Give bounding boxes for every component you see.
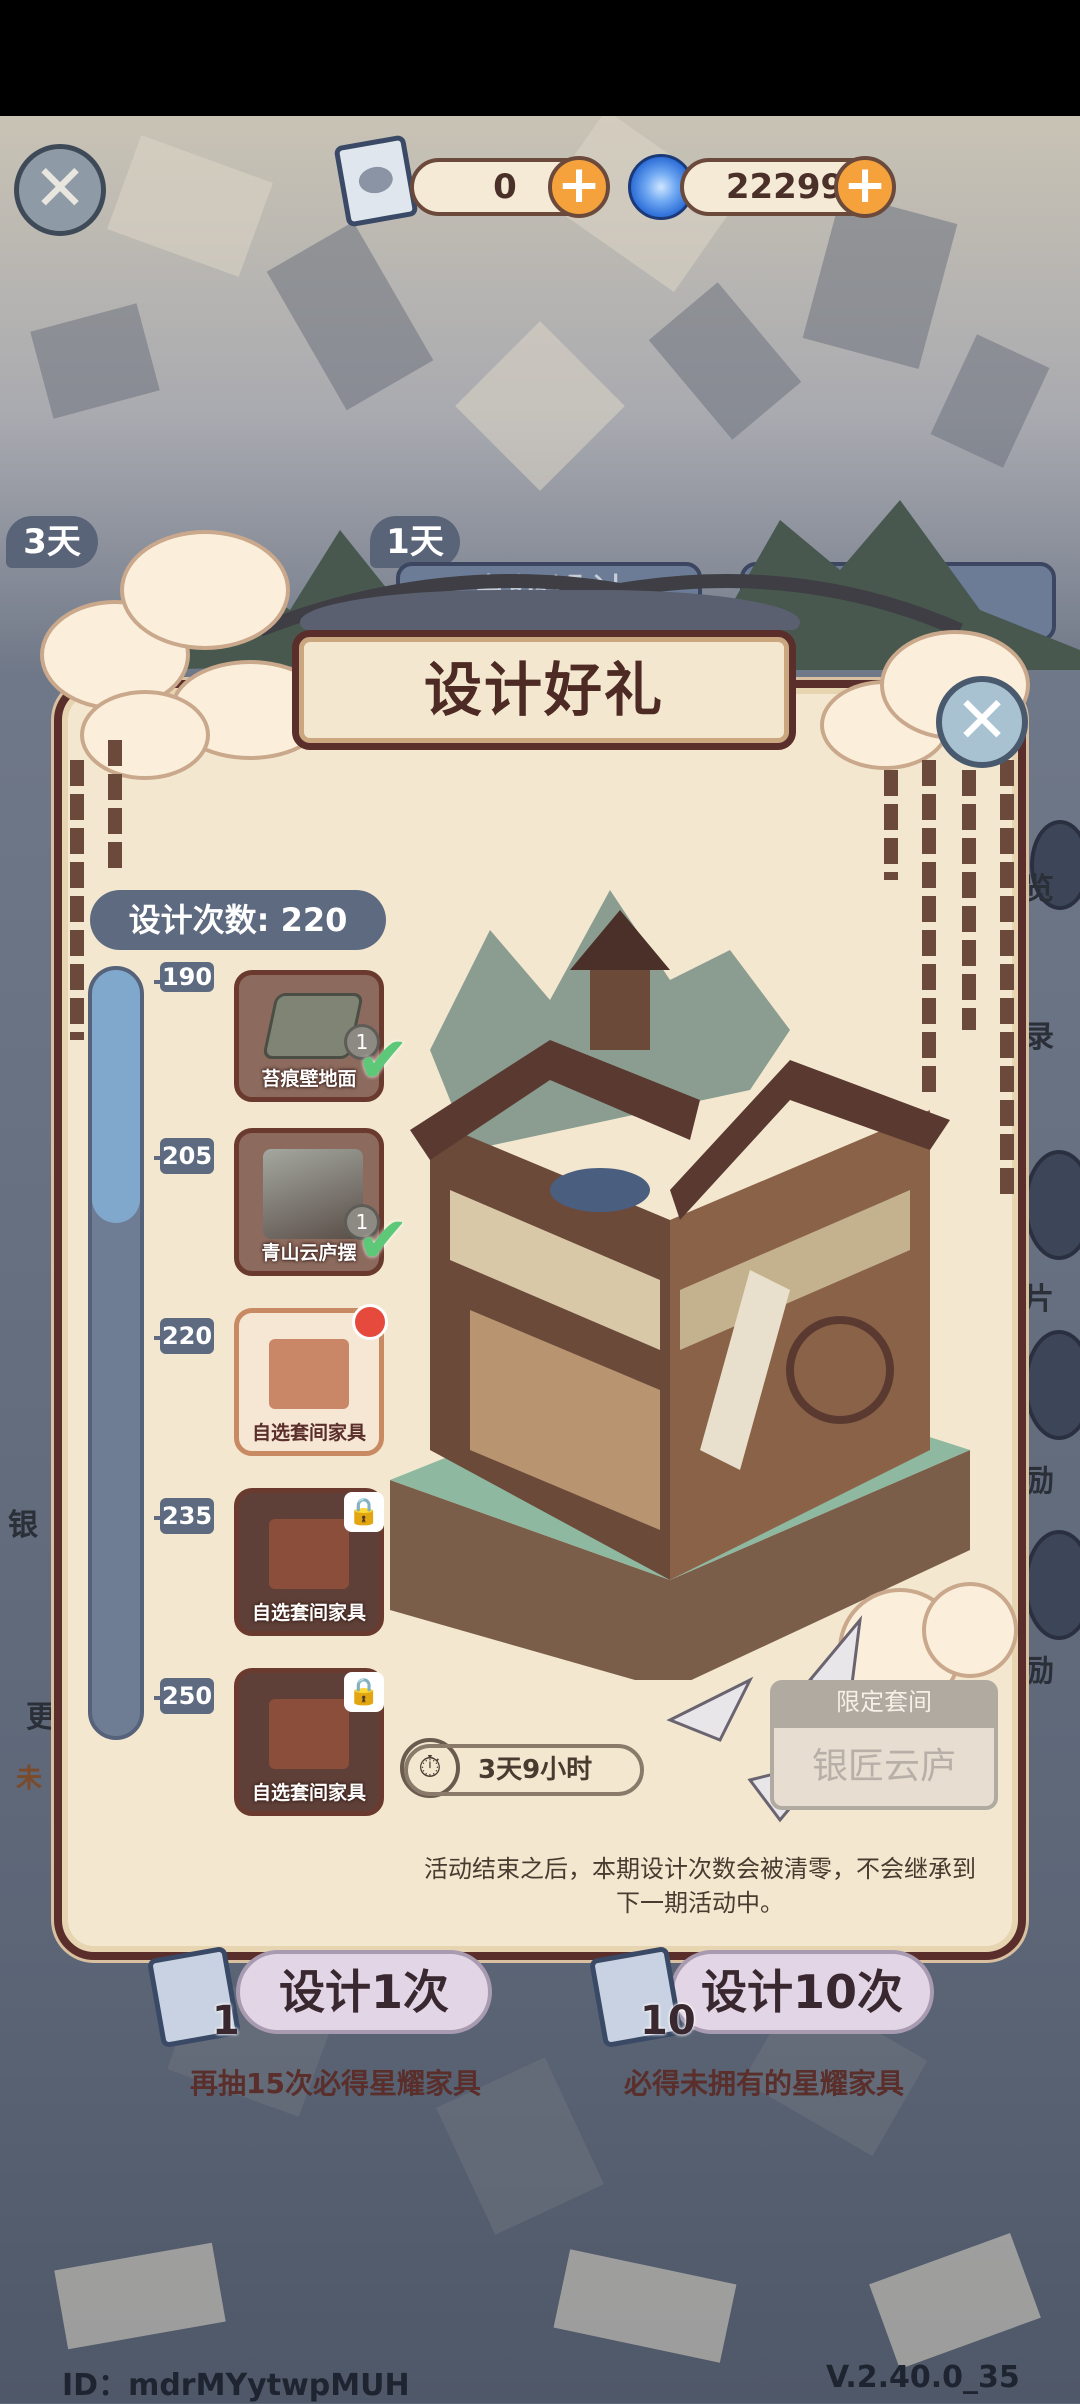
left-label: 未 bbox=[16, 1764, 43, 1794]
draw-ten-note: 必得未拥有的星耀家具 bbox=[624, 2067, 905, 2100]
side-label-reward: 励 bbox=[1024, 1464, 1054, 1499]
tab-time-badge: 3天 bbox=[6, 516, 98, 568]
version-label: V.2.40.0_35 bbox=[826, 2360, 1020, 2395]
hanging-chain-decoration bbox=[884, 770, 898, 880]
event-notice: 活动结束之后，本期设计次数会被清零，不会继承到下一期活动中。 bbox=[424, 1855, 976, 1917]
suite-name-plaque: 银匠云庐 bbox=[770, 1724, 998, 1810]
side-label-record: 录 bbox=[1024, 1020, 1054, 1055]
milestone-value: 220 bbox=[160, 1318, 214, 1354]
cloud-decoration bbox=[120, 530, 290, 650]
reward-label: 自选套间家具 bbox=[251, 1422, 366, 1444]
reward-label: 自选套间家具 bbox=[251, 1782, 366, 1804]
cloud-decoration bbox=[80, 690, 210, 780]
event-timer: 3天9小时 bbox=[404, 1744, 644, 1796]
side-label-card: 片 bbox=[1024, 1282, 1054, 1317]
draw-one-note: 再抽15次必得星耀家具 bbox=[190, 2067, 481, 2100]
limited-suite-tag: 限定套间 bbox=[770, 1680, 998, 1724]
close-page-button[interactable]: ✕ bbox=[14, 144, 106, 236]
furniture-box-icon bbox=[269, 1699, 349, 1769]
milestone-value: 235 bbox=[160, 1498, 214, 1534]
furniture-box-icon bbox=[269, 1339, 349, 1409]
modal-title: 设计好礼 bbox=[423, 656, 664, 724]
draw-ten-cost: 10 bbox=[640, 1998, 696, 2044]
add-tickets-button[interactable]: + bbox=[548, 156, 610, 218]
close-modal-button[interactable]: ✕ bbox=[936, 676, 1028, 768]
milestone-value: 250 bbox=[160, 1678, 214, 1714]
side-label-preview: 览 bbox=[1024, 872, 1054, 907]
milestone-value: 190 bbox=[160, 962, 214, 992]
reward-label: 自选套间家具 bbox=[251, 1602, 366, 1624]
draw-one-cost: 1 bbox=[212, 1998, 240, 2044]
left-label: 更 bbox=[26, 1700, 56, 1735]
furniture-box-icon bbox=[269, 1519, 349, 1589]
hanging-chain-decoration bbox=[108, 740, 122, 870]
status-bar bbox=[0, 0, 1080, 116]
left-label: 银 bbox=[8, 1508, 38, 1543]
design-once-button[interactable]: 设计1次 bbox=[236, 1950, 492, 2034]
progress-fill bbox=[92, 970, 140, 1223]
milestone-value: 205 bbox=[160, 1138, 214, 1174]
hanging-chain-decoration bbox=[70, 760, 84, 1040]
add-gems-button[interactable]: + bbox=[834, 156, 896, 218]
hanging-chain-decoration bbox=[1000, 760, 1014, 1200]
user-id: ID：mdrMYytwpMUH bbox=[62, 2368, 410, 2403]
progress-track bbox=[88, 966, 144, 1740]
design-ticket-icon bbox=[333, 134, 419, 228]
design-ten-button[interactable]: 设计10次 bbox=[670, 1950, 934, 2034]
design-count-label: 设计次数: 220 bbox=[90, 890, 386, 950]
